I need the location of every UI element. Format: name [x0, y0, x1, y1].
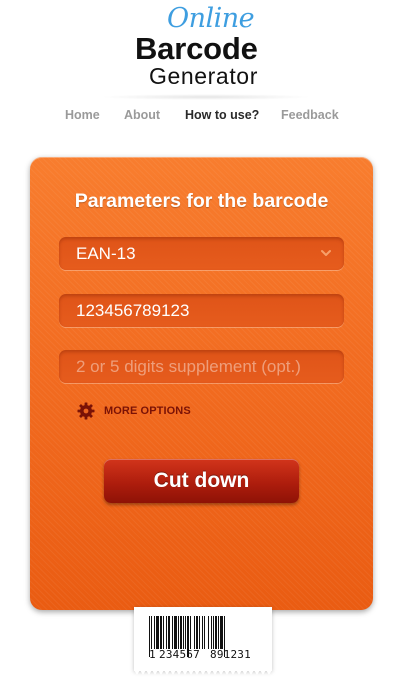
- receipt-edge-path: [134, 670, 272, 675]
- barcode-bar: [151, 616, 152, 649]
- barcode-bar: [211, 616, 212, 649]
- parameters-panel: Parameters for the barcode EAN-13 123456…: [30, 157, 373, 610]
- barcode-bar: [218, 616, 219, 649]
- barcode-preview: 1 234567 891231: [134, 607, 272, 675]
- barcode-data-input[interactable]: 123456789123: [59, 294, 344, 327]
- nav-home-link[interactable]: Home: [65, 108, 100, 122]
- barcode-bar: [208, 616, 209, 649]
- barcode-bar: [202, 616, 203, 649]
- chevron-down-icon: [321, 250, 331, 256]
- barcode-bar: [199, 616, 200, 649]
- nav-feedback-link[interactable]: Feedback: [281, 108, 339, 122]
- barcode-bar: [204, 616, 205, 649]
- barcode-bar: [168, 616, 170, 649]
- barcode-first-digit: 1: [149, 648, 156, 661]
- logo-shadow: [100, 94, 312, 100]
- logo-barcode-text: Barcode: [135, 31, 258, 66]
- barcode-bar: [185, 616, 186, 649]
- barcode-bar: [194, 616, 195, 649]
- barcode-right-digits: 891231: [210, 648, 251, 661]
- barcode-bar: [180, 616, 182, 649]
- logo-generator-text: Generator: [149, 63, 258, 89]
- barcode-bar: [183, 616, 184, 649]
- barcode-bar: [172, 616, 173, 649]
- site-logo[interactable]: Online Barcode Generator: [0, 0, 412, 100]
- barcode-type-value: EAN-13: [76, 244, 136, 263]
- barcode-digits: 1 234567 891231: [147, 648, 259, 662]
- barcode-bar: [163, 616, 164, 649]
- cut-down-button[interactable]: Cut down: [104, 459, 299, 503]
- barcode-bar: [166, 616, 167, 649]
- main-nav: Home About How to use? Feedback: [0, 108, 412, 128]
- panel-title: Parameters for the barcode: [74, 190, 329, 212]
- barcode-bar: [160, 616, 162, 649]
- more-options-label: MORE OPTIONS: [104, 405, 191, 417]
- barcode-bar: [174, 616, 177, 649]
- gear-icon: [77, 402, 95, 420]
- barcode-bar: [196, 616, 198, 649]
- barcode-left-digits: 234567: [159, 648, 200, 661]
- barcode-bar: [156, 616, 159, 649]
- nav-about-link[interactable]: About: [124, 108, 160, 122]
- receipt-torn-edge: [134, 670, 272, 675]
- barcode-bar: [220, 616, 223, 649]
- barcode-bar: [178, 616, 179, 649]
- barcode-bar: [154, 616, 155, 649]
- logo-online-text: Online: [167, 3, 255, 34]
- barcode-bar: [215, 616, 217, 649]
- barcode-bar: [190, 616, 191, 649]
- barcode-bar: [213, 616, 214, 649]
- barcode-type-select[interactable]: EAN-13: [59, 237, 344, 270]
- nav-how-to-use-link[interactable]: How to use?: [185, 108, 259, 122]
- supplement-input[interactable]: 2 or 5 digits supplement (opt.): [59, 350, 344, 383]
